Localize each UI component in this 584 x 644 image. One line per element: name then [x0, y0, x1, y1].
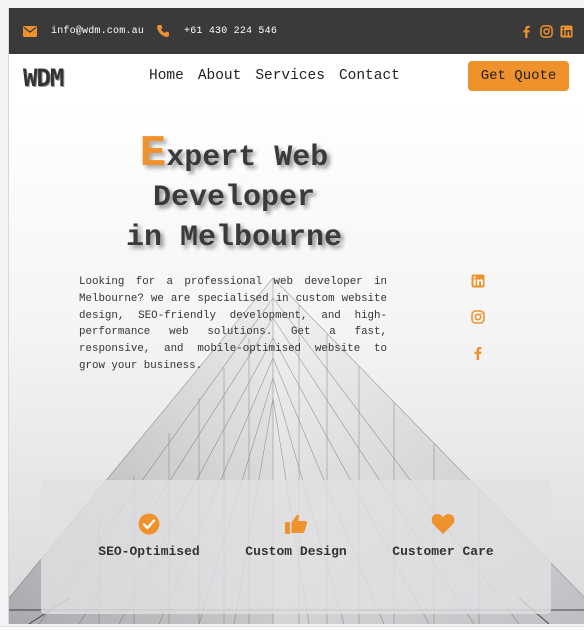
instagram-icon[interactable]: [540, 24, 553, 38]
phone-link[interactable]: +61 430 224 546: [184, 26, 277, 37]
headline-first-letter: E: [139, 129, 167, 179]
nav-item-contact[interactable]: Contact: [339, 68, 400, 84]
facebook-icon[interactable]: [520, 25, 533, 38]
nav-item-services[interactable]: Services: [255, 68, 325, 84]
linkedin-icon[interactable]: [471, 274, 485, 288]
feature-seo: SEO-Optimised: [74, 512, 224, 559]
main-navigation: WDM Home About Services Contact Get Quot…: [9, 54, 584, 98]
phone-icon[interactable]: [156, 24, 170, 38]
headline-line2: Developer: [152, 181, 316, 215]
check-circle-icon: [74, 512, 224, 536]
heart-icon: [368, 512, 518, 536]
get-quote-button[interactable]: Get Quote: [468, 61, 569, 91]
feature-design: Custom Design: [221, 512, 371, 559]
facebook-icon[interactable]: [471, 346, 485, 360]
hero-headline: Expert Web Developer in Melbourne: [69, 132, 399, 258]
feature-care: Customer Care: [368, 512, 518, 559]
thumbs-up-icon: [221, 512, 371, 536]
page-frame: info@wdm.com.au +61 430 224 546 WDM Home…: [8, 8, 584, 624]
nav-item-home[interactable]: Home: [149, 68, 184, 84]
hero-social-links: [471, 274, 485, 360]
email-link[interactable]: info@wdm.com.au: [51, 26, 144, 37]
site-logo[interactable]: WDM: [23, 64, 64, 92]
feature-label: Custom Design: [245, 544, 347, 559]
headline-line1-rest: xpert Web: [166, 141, 329, 175]
linkedin-icon[interactable]: [560, 24, 573, 38]
hero-section: Expert Web Developer in Melbourne Lookin…: [9, 98, 584, 624]
page-bottom-strip: [0, 626, 584, 644]
envelope-icon[interactable]: [23, 25, 37, 37]
instagram-icon[interactable]: [471, 310, 485, 324]
feature-label: SEO-Optimised: [98, 544, 200, 559]
nav-item-about[interactable]: About: [198, 68, 242, 84]
hero-description: Looking for a professional web developer…: [79, 276, 387, 372]
features-panel: SEO-Optimised Custom Design Customer Car…: [41, 480, 551, 614]
nav-menu: Home About Services Contact: [149, 68, 400, 84]
top-social-links: [520, 24, 573, 38]
headline-line3: in Melbourne: [125, 221, 343, 255]
feature-label: Customer Care: [392, 544, 494, 559]
top-contact-bar: info@wdm.com.au +61 430 224 546: [9, 8, 584, 54]
